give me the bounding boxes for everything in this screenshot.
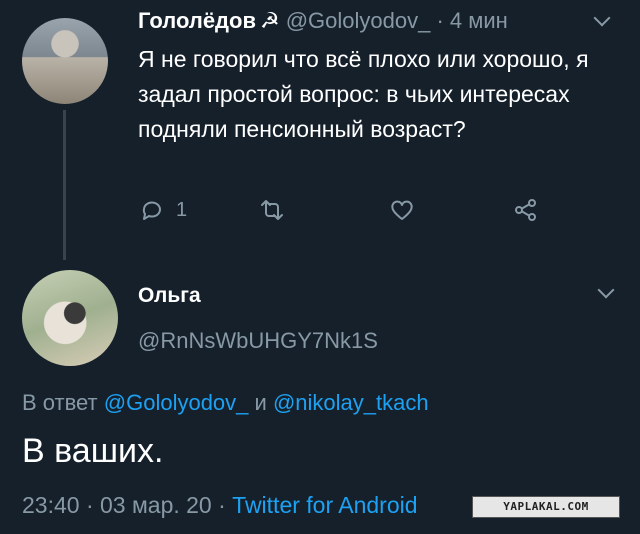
reply-count: 1: [176, 198, 188, 221]
reply-icon: [142, 201, 161, 220]
user-name[interactable]: Ольга: [138, 284, 201, 308]
retweet-icon: [261, 200, 283, 220]
reply-context: В ответ @Gololyodov_ и @nikolay_tkach: [22, 390, 429, 416]
avatar[interactable]: [22, 270, 118, 366]
tweet-header: Гололёдов ☭ @Gololyodov_ · 4 мин: [138, 8, 508, 34]
user-handle[interactable]: @Gololyodov_: [286, 8, 431, 33]
chevron-down-icon[interactable]: [597, 281, 615, 299]
source-link[interactable]: Twitter for Android: [232, 492, 417, 518]
share-button[interactable]: [512, 196, 540, 224]
reply-button[interactable]: 1: [138, 196, 187, 224]
mention-link[interactable]: @nikolay_tkach: [273, 390, 429, 415]
tweet-actions: 1: [138, 196, 558, 226]
tweet-footer: 23:40 · 03 мар. 20 · Twitter for Android: [22, 492, 418, 519]
tweet-text: Я не говорил что всё плохо или хорошо, я…: [138, 46, 589, 142]
tweet-time: · 4 мин: [436, 8, 508, 33]
reply-and: и: [254, 390, 267, 415]
like-button[interactable]: [388, 196, 416, 224]
timestamp: 23:40 · 03 мар. 20 ·: [22, 492, 226, 518]
reply-prefix: В ответ: [22, 390, 98, 415]
watermark: YAPLAKAL.COM: [472, 496, 620, 518]
heart-icon: [391, 200, 413, 220]
user-handle[interactable]: @RnNsWbUHGY7Nk1S: [138, 328, 378, 354]
avatar[interactable]: [22, 18, 108, 104]
mention-link[interactable]: @Gololyodov_: [104, 390, 249, 415]
chevron-down-icon[interactable]: [593, 9, 611, 27]
user-name[interactable]: Гололёдов: [138, 8, 256, 33]
thread-line: [63, 110, 66, 260]
hammer-sickle-icon: ☭: [259, 8, 280, 33]
tweet-text: В ваших.: [22, 432, 164, 470]
share-icon: [515, 199, 536, 221]
retweet-button[interactable]: [258, 196, 286, 224]
